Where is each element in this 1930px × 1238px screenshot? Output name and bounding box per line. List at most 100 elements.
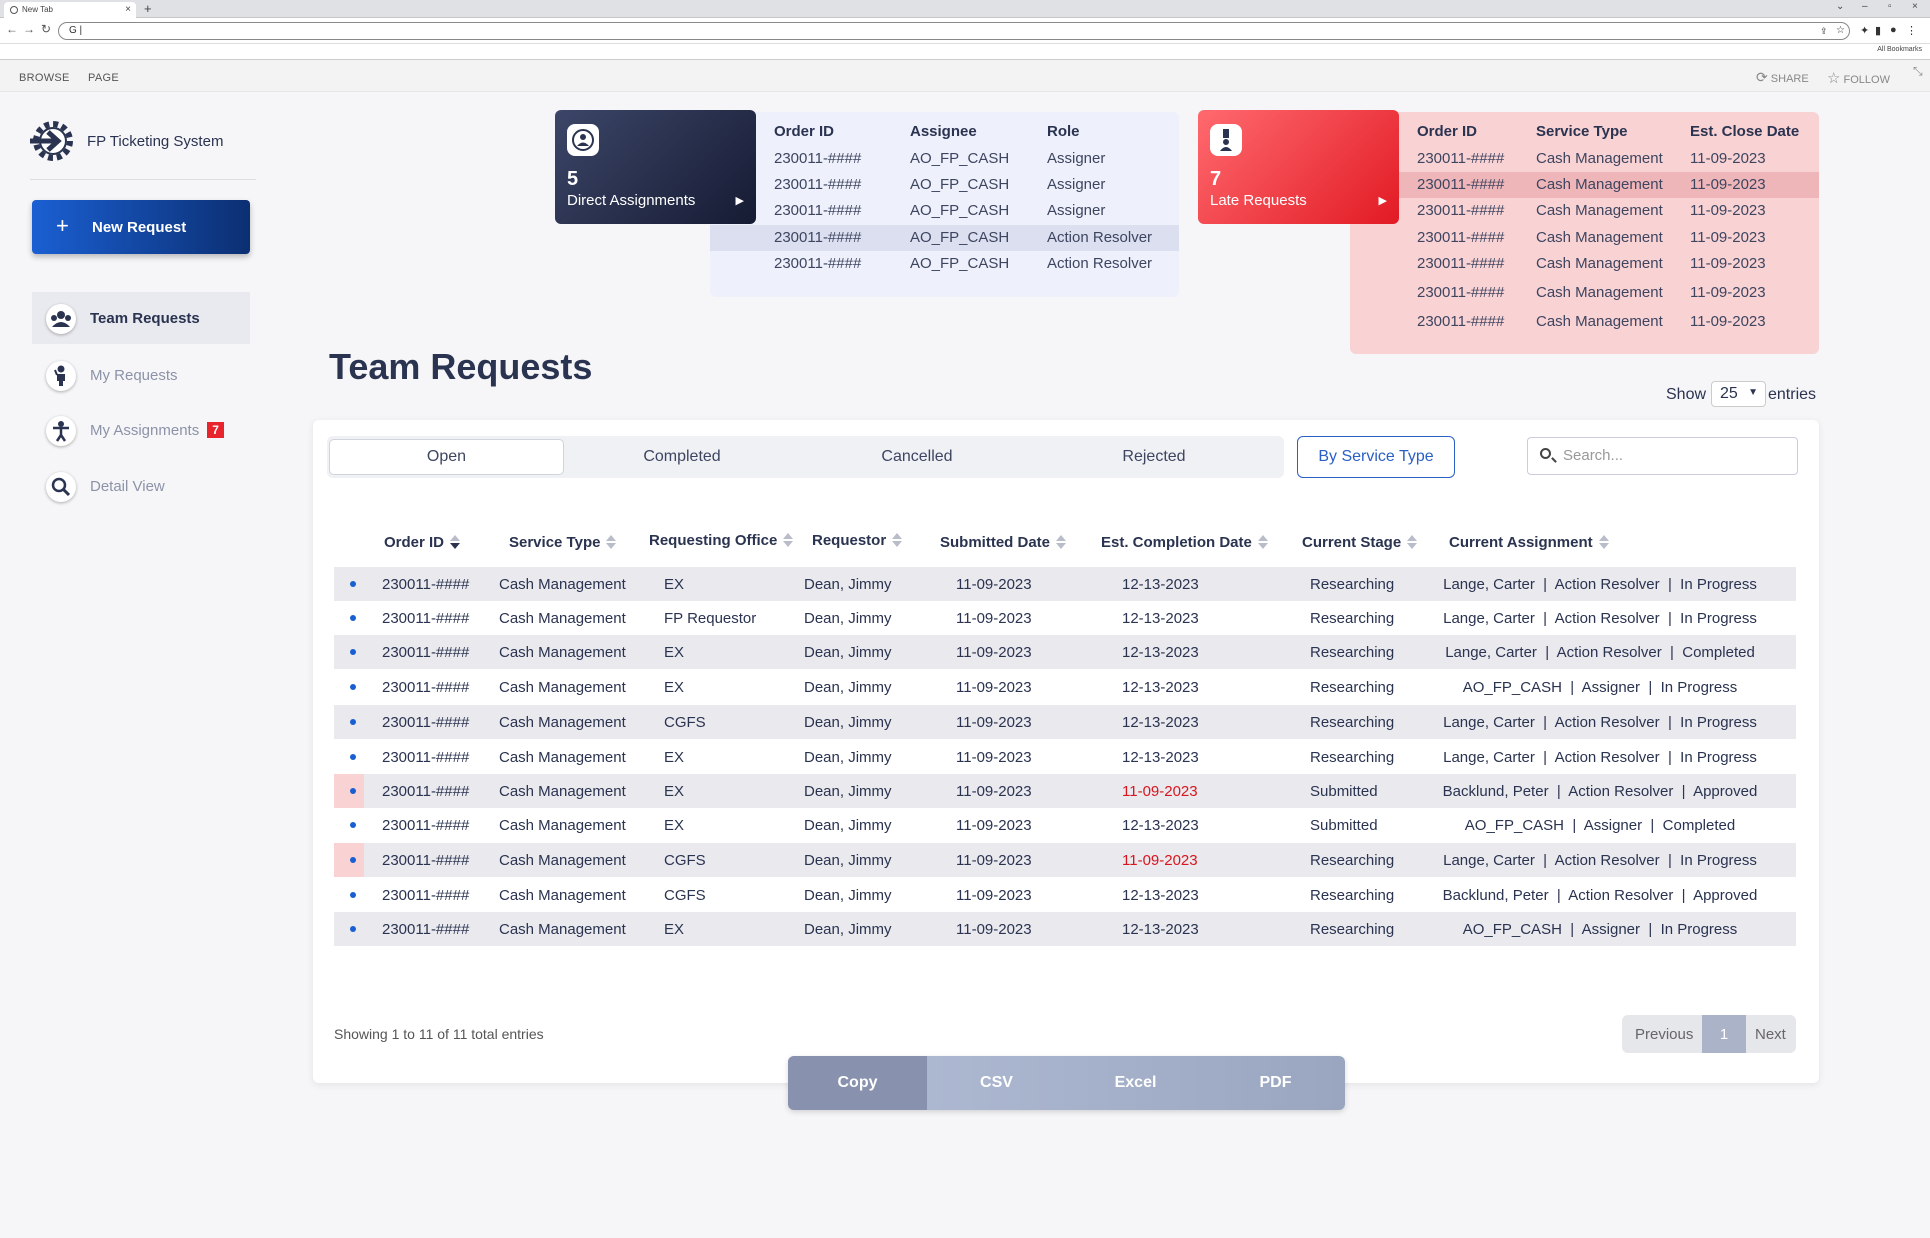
entries-label: entries	[1768, 386, 1817, 403]
tab-completed[interactable]: Completed	[567, 439, 797, 475]
ribbon-tab-page[interactable]: PAGE	[88, 72, 119, 84]
by-service-type-button[interactable]: By Service Type	[1297, 436, 1455, 478]
star-icon: ☆	[1827, 70, 1841, 87]
list-item[interactable]: 230011-#### AO_FP_CASH Action Resolver	[710, 225, 1179, 251]
table-row[interactable]: 230011-#### Cash Management EX Dean, Jimmy 1…	[334, 774, 1796, 808]
list-item[interactable]: 230011-#### Cash Management 11-09-2023	[1350, 225, 1819, 251]
nav-my-requests[interactable]: My Requests	[32, 349, 250, 401]
list-item[interactable]: 230011-#### AO_FP_CASH Assigner	[710, 146, 1179, 172]
list-item[interactable]: 230011-#### Cash Management 11-09-2023	[1350, 198, 1819, 224]
cell-service-type: Cash Management	[499, 921, 626, 938]
col-requestor[interactable]: Requestor	[812, 531, 903, 549]
profile-icon[interactable]: ●	[1890, 24, 1897, 36]
menu-icon[interactable]: ⋮	[1906, 24, 1917, 37]
play-arrow-icon: ▶	[735, 195, 744, 207]
list-item[interactable]: 230011-#### Cash Management 11-09-2023	[1350, 309, 1819, 335]
col-service-type[interactable]: Service Type	[509, 533, 617, 551]
cell-submitted-date: 11-09-2023	[956, 644, 1032, 661]
follow-action[interactable]: ☆ FOLLOW	[1827, 69, 1890, 87]
list-item[interactable]: 230011-#### AO_FP_CASH Assigner	[710, 172, 1179, 198]
assignments-count-badge: 7	[207, 422, 224, 438]
cell-service-type: Cash Management	[499, 610, 626, 627]
new-tab-button[interactable]: +	[144, 1, 152, 16]
sidebar-divider	[30, 179, 256, 180]
forward-icon[interactable]: →	[23, 22, 35, 36]
bookmark-star-icon[interactable]: ☆	[1836, 25, 1845, 36]
list-item[interactable]: 230011-#### Cash Management 11-09-2023	[1350, 251, 1819, 277]
maximize-button[interactable]: ▫	[1888, 1, 1892, 12]
sort-icon	[1407, 535, 1418, 549]
cell-submitted-date: 11-09-2023	[956, 749, 1032, 766]
list-item[interactable]: 230011-#### AO_FP_CASH Assigner	[710, 198, 1179, 224]
col-est-completion-date[interactable]: Est. Completion Date	[1101, 533, 1268, 551]
extensions-icon[interactable]: ✦	[1860, 24, 1869, 37]
table-row[interactable]: 230011-#### Cash Management CGFS Dean, Jimm…	[334, 878, 1796, 912]
tab-rejected[interactable]: Rejected	[1039, 439, 1269, 475]
all-bookmarks-link[interactable]: All Bookmarks	[1877, 46, 1922, 53]
cell-submitted-date: 11-09-2023	[956, 576, 1032, 593]
share-page-icon[interactable]: ⇪	[1820, 26, 1828, 37]
table-row[interactable]: 230011-#### Cash Management EX Dean, Jimmy 1…	[334, 670, 1796, 704]
table-row[interactable]: 230011-#### Cash Management CGFS Dean, Jimm…	[334, 843, 1796, 877]
back-icon[interactable]: ←	[6, 22, 18, 36]
table-row[interactable]: 230011-#### Cash Management EX Dean, Jimmy 1…	[334, 567, 1796, 601]
tab-open[interactable]: Open	[329, 439, 564, 475]
entries-select[interactable]: 25 ▼	[1711, 381, 1766, 407]
window-close-button[interactable]: ×	[1912, 1, 1918, 12]
next-button[interactable]: Next	[1755, 1026, 1786, 1043]
table-row[interactable]: 230011-#### Cash Management EX Dean, Jimmy 1…	[334, 740, 1796, 774]
table-row[interactable]: 230011-#### Cash Management EX Dean, Jimmy 1…	[334, 635, 1796, 669]
cell-order-id: 230011-####	[382, 644, 470, 661]
direct-label: Direct Assignments	[567, 192, 696, 209]
list-item[interactable]: 230011-#### Cash Management 11-09-2023	[1350, 280, 1819, 306]
row-bullet-icon	[350, 926, 356, 932]
cell-requesting-office: CGFS	[664, 714, 706, 731]
excel-button[interactable]: Excel	[1066, 1056, 1205, 1110]
cell-current-assignment: Lange, Carter | Action Resolver | In Pro…	[1443, 714, 1757, 731]
reload-icon[interactable]: ↻	[41, 22, 51, 36]
col-requesting-office[interactable]: Requesting Office	[649, 531, 794, 549]
nav-team-requests[interactable]: Team Requests	[32, 292, 250, 344]
tab-cancelled[interactable]: Cancelled	[802, 439, 1032, 475]
col-submitted-date[interactable]: Submitted Date	[940, 533, 1067, 551]
new-request-button[interactable]: + New Request	[32, 200, 250, 254]
list-item[interactable]: 230011-#### Cash Management 11-09-2023	[1350, 146, 1819, 172]
csv-button[interactable]: CSV	[927, 1056, 1066, 1110]
pin-icon[interactable]: ⤡	[1913, 64, 1923, 79]
browser-tab[interactable]: New Tab ×	[4, 2, 136, 18]
nav-detail-view[interactable]: Detail View	[32, 460, 250, 512]
cell-requestor: Dean, Jimmy	[804, 610, 892, 627]
col-order-id[interactable]: Order ID	[384, 533, 461, 551]
table-row[interactable]: 230011-#### Cash Management FP Requestor De…	[334, 601, 1796, 635]
close-tab-icon[interactable]: ×	[125, 4, 131, 15]
col-current-assignment[interactable]: Current Assignment	[1449, 533, 1609, 551]
direct-assignments-card[interactable]: 5 Direct Assignments ▶	[555, 110, 756, 224]
cell-order-id: 230011-####	[382, 749, 470, 766]
cell-requesting-office: EX	[664, 817, 685, 834]
ribbon-tab-browse[interactable]: BROWSE	[19, 72, 70, 84]
pdf-button[interactable]: PDF	[1206, 1056, 1345, 1110]
previous-button[interactable]: Previous	[1635, 1026, 1693, 1043]
copy-button[interactable]: Copy	[788, 1056, 927, 1110]
search-input[interactable]: Search...	[1527, 437, 1798, 475]
list-item[interactable]: 230011-#### AO_FP_CASH Action Resolver	[710, 251, 1179, 277]
table-row[interactable]: 230011-#### Cash Management EX Dean, Jimmy 1…	[334, 808, 1796, 842]
col-current-stage[interactable]: Current Stage	[1302, 533, 1418, 551]
page-1-button[interactable]: 1	[1702, 1015, 1746, 1053]
nav-my-assignments[interactable]: My Assignments 7	[32, 404, 250, 456]
omnibox[interactable]: G |	[58, 22, 1850, 40]
search-placeholder: Search...	[1563, 447, 1624, 464]
tab-search-icon[interactable]: ⌄	[1836, 1, 1844, 12]
cell-requesting-office: EX	[664, 749, 685, 766]
ribbon	[0, 60, 1930, 92]
share-action[interactable]: ⟳ SHARE	[1756, 69, 1809, 86]
table-row[interactable]: 230011-#### Cash Management CGFS Dean, Jimm…	[334, 705, 1796, 739]
cell-current-assignment: Backlund, Peter | Action Resolver | Appr…	[1442, 887, 1758, 904]
table-row[interactable]: 230011-#### Cash Management EX Dean, Jimmy 1…	[334, 912, 1796, 946]
list-item[interactable]: 230011-#### Cash Management 11-09-2023	[1350, 172, 1819, 198]
nav-label: My Assignments	[90, 421, 200, 439]
late-requests-card[interactable]: 7 Late Requests ▶	[1198, 110, 1399, 224]
cell-order-id: 230011-####	[382, 576, 470, 593]
sidepanel-icon[interactable]: ▮	[1875, 24, 1881, 37]
minimize-button[interactable]: –	[1862, 1, 1868, 12]
